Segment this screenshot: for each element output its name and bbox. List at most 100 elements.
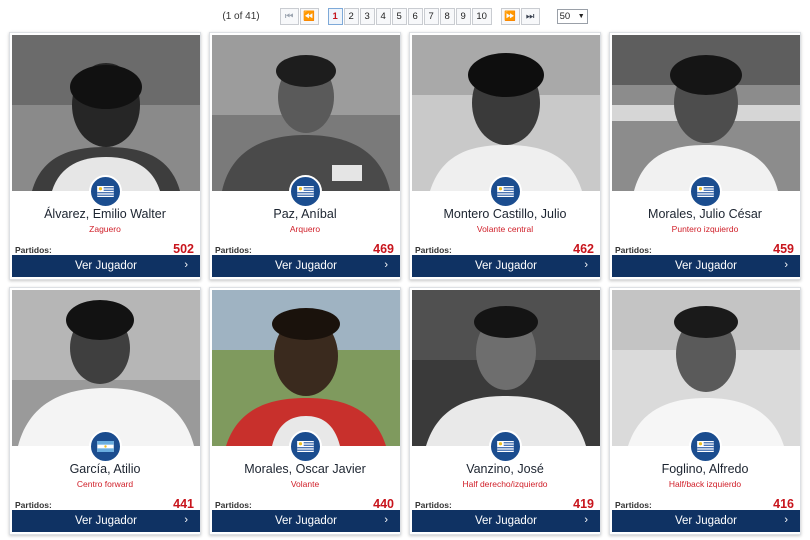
matches-row: Partidos: 502 [15, 242, 194, 256]
player-name: García, Atilio [69, 462, 141, 476]
flag-badge [89, 430, 122, 463]
matches-label: Partidos: [415, 500, 452, 510]
chevron-right-icon: › [584, 514, 588, 526]
matches-value: 502 [173, 242, 194, 256]
next-page-button[interactable]: ⏩ [500, 7, 520, 25]
last-page-button[interactable]: ⏭ [520, 7, 540, 25]
player-card: Vanzino, José Half derecho/izquierdo Par… [409, 287, 601, 535]
matches-value: 459 [773, 242, 794, 256]
view-player-label: Ver Jugador [474, 260, 537, 272]
player-photo [612, 290, 800, 446]
chevron-right-icon: › [184, 259, 188, 271]
player-card: García, Atilio Centro forward Partidos: … [9, 287, 201, 535]
matches-row: Partidos: 440 [215, 497, 394, 511]
page-button-9[interactable]: 9 [455, 7, 471, 25]
first-page-button[interactable]: ⏮ [279, 7, 299, 25]
last-page-icon: ⏭ [525, 10, 535, 22]
matches-label: Partidos: [615, 245, 652, 255]
player-card: Morales, Oscar Javier Volante Partidos: … [209, 287, 401, 535]
page-info: (1 of 41) [222, 10, 260, 22]
matches-label: Partidos: [615, 500, 652, 510]
page-button-8[interactable]: 8 [439, 7, 455, 25]
player-card: Montero Castillo, Julio Volante central … [409, 32, 601, 280]
per-page-select[interactable]: 50 ▼ [556, 8, 588, 24]
uruguay-flag-icon [497, 441, 514, 452]
page-button-2[interactable]: 2 [343, 7, 359, 25]
matches-value: 462 [573, 242, 594, 256]
view-player-label: Ver Jugador [274, 260, 337, 272]
page-button-3[interactable]: 3 [359, 7, 375, 25]
view-player-label: Ver Jugador [474, 515, 537, 527]
player-name: Montero Castillo, Julio [443, 207, 567, 221]
pagination-bar: (1 of 41) ⏮ ⏪ 1 2 3 4 5 6 7 8 9 10 ⏩ ⏭ 5… [0, 7, 810, 25]
player-photo [412, 290, 600, 446]
uruguay-flag-icon [297, 186, 314, 197]
view-player-button[interactable]: Ver Jugador › [412, 510, 600, 532]
player-name: Foglino, Alfredo [661, 462, 749, 476]
argentina-flag-icon [97, 441, 114, 452]
chevron-right-icon: › [784, 259, 788, 271]
view-player-label: Ver Jugador [674, 260, 737, 272]
matches-label: Partidos: [15, 245, 52, 255]
chevron-right-icon: › [584, 259, 588, 271]
chevron-right-icon: › [184, 514, 188, 526]
view-player-button[interactable]: Ver Jugador › [412, 255, 600, 277]
player-position: Zaguero [89, 224, 121, 234]
page-button-6[interactable]: 6 [407, 7, 423, 25]
view-player-button[interactable]: Ver Jugador › [12, 510, 200, 532]
player-position: Half derecho/izquierdo [462, 479, 548, 489]
player-name: Álvarez, Emilio Walter [44, 207, 166, 221]
prev-page-icon: ⏪ [303, 10, 316, 22]
matches-value: 416 [773, 497, 794, 511]
uruguay-flag-icon [697, 441, 714, 452]
player-position: Volante central [476, 224, 534, 234]
chevron-down-icon: ▼ [577, 12, 585, 20]
page-button-7[interactable]: 7 [423, 7, 439, 25]
page-button-5[interactable]: 5 [391, 7, 407, 25]
flag-badge [689, 430, 722, 463]
page-button-4[interactable]: 4 [375, 7, 391, 25]
page-button-1[interactable]: 1 [327, 7, 343, 25]
uruguay-flag-icon [97, 186, 114, 197]
player-card: Álvarez, Emilio Walter Zaguero Partidos:… [9, 32, 201, 280]
next-page-icon: ⏩ [504, 10, 517, 22]
view-player-button[interactable]: Ver Jugador › [612, 510, 800, 532]
player-name: Morales, Oscar Javier [244, 462, 366, 476]
matches-row: Partidos: 419 [415, 497, 594, 511]
matches-value: 440 [373, 497, 394, 511]
matches-label: Partidos: [415, 245, 452, 255]
flag-badge [89, 175, 122, 208]
view-player-button[interactable]: Ver Jugador › [212, 255, 400, 277]
view-player-button[interactable]: Ver Jugador › [212, 510, 400, 532]
flag-badge [289, 430, 322, 463]
view-player-button[interactable]: Ver Jugador › [12, 255, 200, 277]
matches-row: Partidos: 469 [215, 242, 394, 256]
player-photo [212, 35, 400, 191]
player-name: Vanzino, José [466, 462, 544, 476]
page-button-10[interactable]: 10 [471, 7, 492, 25]
player-photo [612, 35, 800, 191]
matches-value: 441 [173, 497, 194, 511]
player-card: Paz, Aníbal Arquero Partidos: 469 Ver Ju… [209, 32, 401, 280]
uruguay-flag-icon [497, 186, 514, 197]
matches-row: Partidos: 441 [15, 497, 194, 511]
prev-page-button[interactable]: ⏪ [299, 7, 319, 25]
chevron-right-icon: › [384, 514, 388, 526]
matches-label: Partidos: [15, 500, 52, 510]
chevron-right-icon: › [384, 259, 388, 271]
flag-badge [489, 175, 522, 208]
player-position: Centro forward [76, 479, 134, 489]
view-player-button[interactable]: Ver Jugador › [612, 255, 800, 277]
view-player-label: Ver Jugador [274, 515, 337, 527]
matches-value: 419 [573, 497, 594, 511]
view-player-label: Ver Jugador [674, 515, 737, 527]
player-position: Volante [290, 479, 320, 489]
matches-row: Partidos: 462 [415, 242, 594, 256]
first-page-icon: ⏮ [284, 10, 294, 22]
player-photo [412, 35, 600, 191]
player-position: Half/back izquierdo [668, 479, 742, 489]
matches-row: Partidos: 416 [615, 497, 794, 511]
flag-badge [689, 175, 722, 208]
per-page-value: 50 [559, 10, 571, 22]
matches-label: Partidos: [215, 245, 252, 255]
